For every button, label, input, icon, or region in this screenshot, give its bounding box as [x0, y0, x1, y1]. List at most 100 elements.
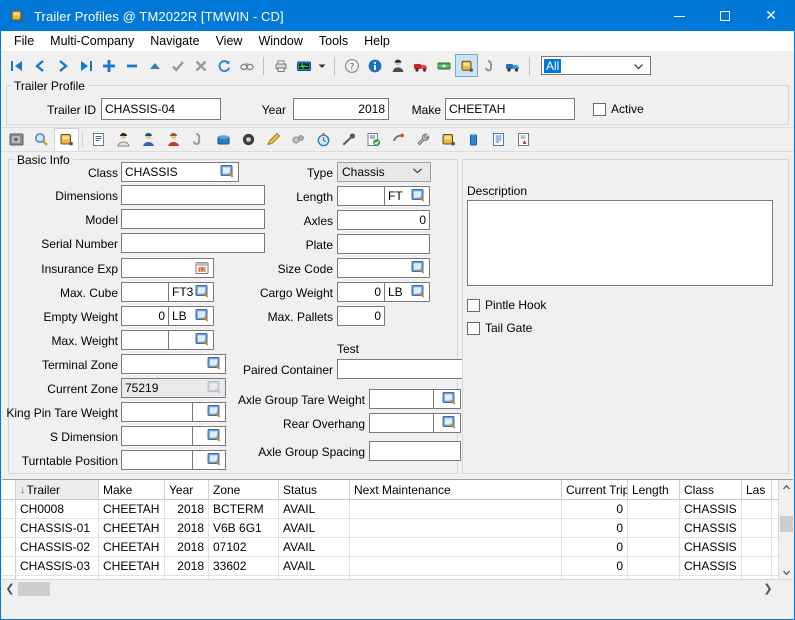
grid-cell[interactable]: CHASSIS: [680, 538, 742, 556]
menu-window[interactable]: Window: [250, 32, 310, 50]
grid-cell[interactable]: CH0008: [16, 500, 99, 518]
grid-vscroll-thumb[interactable]: [780, 516, 793, 532]
officer-icon[interactable]: [136, 128, 161, 151]
next-record-icon[interactable]: [51, 54, 74, 77]
grid-header-status[interactable]: Status: [279, 480, 350, 499]
list-icon[interactable]: [486, 128, 511, 151]
grid-hscroll-thumb[interactable]: [18, 582, 50, 596]
grid-cell[interactable]: CHEETAH: [99, 519, 165, 537]
refresh-icon[interactable]: [212, 54, 235, 77]
lookup-icon[interactable]: [411, 285, 427, 300]
person-red-icon[interactable]: [161, 128, 186, 151]
close-button[interactable]: ✕: [748, 1, 794, 31]
grid-cell[interactable]: V6B 6G1: [209, 519, 279, 537]
length-field[interactable]: [337, 186, 385, 206]
truck-blue-icon[interactable]: [501, 54, 524, 77]
max-cube-field[interactable]: [121, 282, 169, 302]
print-icon[interactable]: [269, 54, 292, 77]
plate-field[interactable]: [337, 234, 430, 254]
grid-cell[interactable]: 0: [562, 557, 628, 575]
hook-icon[interactable]: [186, 128, 211, 151]
pintle-hook-checkbox-row[interactable]: Pintle Hook: [467, 298, 546, 312]
last-record-icon[interactable]: [74, 54, 97, 77]
scroll-right-icon[interactable]: ❯: [760, 582, 776, 595]
lookup-icon[interactable]: [195, 309, 211, 324]
king-pin-tare-weight-unit-field[interactable]: [192, 402, 226, 422]
class-field[interactable]: CHASSIS: [121, 162, 239, 182]
lookup-icon[interactable]: [220, 165, 236, 180]
axle-group-tare-weight-lookup-box[interactable]: [433, 389, 461, 409]
table-row[interactable]: CH0008CHEETAH2018BCTERMAVAIL0CHASSIS: [2, 500, 793, 519]
grid-cell[interactable]: 2018: [165, 519, 209, 537]
lookup-icon[interactable]: [442, 392, 458, 407]
active-checkbox[interactable]: [593, 103, 606, 116]
s-dimension-field[interactable]: [121, 426, 193, 446]
grid-cell[interactable]: CHASSIS-02: [16, 538, 99, 556]
scroll-left-icon[interactable]: ❮: [2, 582, 18, 595]
fuel-icon[interactable]: [461, 128, 486, 151]
grid-header-class[interactable]: Class: [680, 480, 742, 499]
money-icon[interactable]: [432, 54, 455, 77]
serial-number-field[interactable]: [121, 233, 265, 253]
grid-cell[interactable]: BCTERM: [209, 500, 279, 518]
length-unit-field[interactable]: FT: [384, 186, 430, 206]
rear-overhang-lookup-box[interactable]: [433, 413, 461, 433]
grid-cell[interactable]: CHASSIS: [680, 500, 742, 518]
axles-field[interactable]: 0: [337, 210, 430, 230]
grid-cell[interactable]: [742, 500, 772, 518]
hook-icon[interactable]: [478, 54, 501, 77]
grid-header-las[interactable]: Las: [742, 480, 772, 499]
tail-gate-checkbox[interactable]: [467, 322, 480, 335]
size-code-field[interactable]: [337, 258, 430, 278]
table-row[interactable]: CHASSIS-02CHEETAH201807102AVAIL0CHASSIS: [2, 538, 793, 557]
grid-cell[interactable]: 0: [562, 538, 628, 556]
trailer-icon[interactable]: [54, 128, 79, 151]
grid-cell[interactable]: AVAIL: [279, 519, 350, 537]
menu-help[interactable]: Help: [356, 32, 398, 50]
grid-cell[interactable]: 2018: [165, 538, 209, 556]
grid-cell[interactable]: CHASSIS: [680, 557, 742, 575]
grid-cell[interactable]: AVAIL: [279, 557, 350, 575]
grid-header-next-maintenance[interactable]: Next Maintenance: [350, 480, 562, 499]
menu-tools[interactable]: Tools: [311, 32, 356, 50]
axle-group-spacing-field[interactable]: [369, 441, 461, 461]
scroll-up-icon[interactable]: [779, 480, 793, 494]
grid-cell[interactable]: [628, 500, 680, 518]
menu-file[interactable]: File: [6, 32, 42, 50]
grid-header-year[interactable]: Year: [165, 480, 209, 499]
trailer-icon[interactable]: [455, 54, 478, 77]
container-icon[interactable]: [211, 128, 236, 151]
grid-cell[interactable]: 2018: [165, 557, 209, 575]
add-record-icon[interactable]: [97, 54, 120, 77]
grid-cell[interactable]: CHEETAH: [99, 500, 165, 518]
active-checkbox-row[interactable]: Active: [593, 102, 644, 116]
grid-header-trailer[interactable]: ↓Trailer: [16, 480, 99, 499]
grid-header-length[interactable]: Length: [628, 480, 680, 499]
tire-icon[interactable]: [236, 128, 261, 151]
driver-icon[interactable]: [111, 128, 136, 151]
grid-cell[interactable]: [628, 519, 680, 537]
pencil-icon[interactable]: [261, 128, 286, 151]
max-weight-unit-field[interactable]: [168, 330, 214, 350]
grid-header-make[interactable]: Make: [99, 480, 165, 499]
wrench-icon[interactable]: [411, 128, 436, 151]
grid-cell[interactable]: 07102: [209, 538, 279, 556]
lookup-icon[interactable]: [207, 357, 223, 372]
king-pin-tare-weight-field[interactable]: [121, 402, 193, 422]
grid-cell[interactable]: [350, 557, 562, 575]
safe-icon[interactable]: [4, 128, 29, 151]
report-icon[interactable]: [511, 128, 536, 151]
calendar-icon[interactable]: 12: [195, 261, 211, 276]
turntable-position-unit-field[interactable]: [192, 450, 226, 470]
menu-navigate[interactable]: Navigate: [142, 32, 207, 50]
grid-cell[interactable]: 0: [562, 519, 628, 537]
grid-cell[interactable]: AVAIL: [279, 538, 350, 556]
grid-cell[interactable]: 33602: [209, 557, 279, 575]
pintle-hook-checkbox[interactable]: [467, 299, 480, 312]
menu-multi-company[interactable]: Multi-Company: [42, 32, 142, 50]
up-arrow-icon[interactable]: [143, 54, 166, 77]
grid-cell[interactable]: [742, 557, 772, 575]
lookup-icon[interactable]: [207, 405, 223, 420]
turntable-position-field[interactable]: [121, 450, 193, 470]
grid-header-zone[interactable]: Zone: [209, 480, 279, 499]
